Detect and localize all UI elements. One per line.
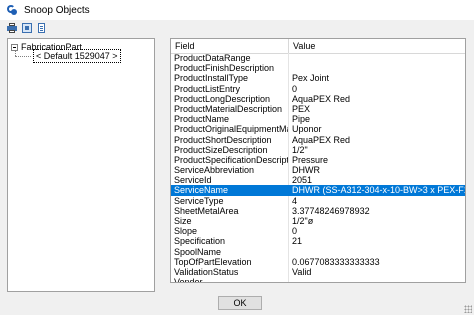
- table-row[interactable]: ProductSizeDescription 1/2": [171, 144, 465, 155]
- field-cell: ServiceAbbreviation: [171, 165, 289, 176]
- field-cell: ProductSpecificationDescription: [171, 154, 289, 166]
- field-cell: ValidationStatus: [171, 266, 289, 278]
- object-tree[interactable]: FabricationPart < Default 1529047 >: [7, 38, 155, 292]
- value-cell: Pressure: [292, 154, 329, 165]
- value-cell: [289, 247, 465, 257]
- value-cell: AquaPEX Red: [292, 93, 351, 104]
- field-cell: ProductOriginalEquipmentManufacture: [171, 124, 289, 135]
- tree-node-child-label: < Default 1529047 >: [36, 51, 118, 61]
- value-cell: [289, 53, 465, 63]
- table-row[interactable]: ProductSpecificationDescription Pressure: [171, 154, 465, 166]
- field-cell: ProductInstallType: [171, 73, 289, 84]
- grid-rows: ProductDataRange ProductFinishDescription…: [171, 53, 465, 282]
- field-cell: Size: [171, 216, 289, 227]
- table-row[interactable]: ValidationStatus Valid: [171, 266, 465, 278]
- value-cell: DHWR (SS-A312-304-x-10-BW>3 x PEX-F1960-…: [292, 185, 465, 196]
- field-cell: TopOfPartElevation: [171, 256, 289, 267]
- column-header-field[interactable]: Field: [171, 39, 289, 53]
- value-cell: Pex Joint: [292, 73, 330, 84]
- field-cell: ServiceType: [171, 195, 289, 206]
- document-icon[interactable]: [37, 23, 47, 33]
- field-cell: ProductMaterialDescription: [171, 103, 289, 115]
- value-cell: [289, 63, 465, 73]
- property-grid[interactable]: Field Value ProductDataRange ProductFinis…: [170, 38, 466, 283]
- value-cell: 1/2"ø: [292, 216, 314, 226]
- table-row[interactable]: ProductFinishDescription: [171, 63, 465, 74]
- table-row[interactable]: Size 1/2"ø: [171, 216, 465, 227]
- value-cell: 1/2": [292, 144, 308, 155]
- tree-connector: [15, 56, 31, 57]
- expand-icon[interactable]: [22, 23, 32, 33]
- table-row[interactable]: ProductMaterialDescription PEX: [171, 103, 465, 115]
- grid-header: Field Value: [171, 39, 465, 54]
- value-cell: 0: [292, 226, 298, 237]
- toolbar: [0, 20, 474, 36]
- table-row[interactable]: ServiceId 2051: [171, 175, 465, 186]
- table-row[interactable]: ProductOriginalEquipmentManufactureUpono…: [171, 124, 465, 135]
- snoop-app-icon: [6, 4, 18, 16]
- horizontal-scroll-area[interactable]: [170, 283, 466, 293]
- field-cell: ServiceId: [171, 175, 289, 186]
- value-cell: Uponor: [292, 124, 322, 135]
- field-cell: SpoolName: [171, 246, 289, 257]
- field-cell: ProductListEntry: [171, 83, 289, 94]
- table-row[interactable]: ServiceName DHWR (SS-A312-304-x-10-BW>3 x…: [171, 185, 465, 196]
- value-cell: 3.37748246978932: [292, 205, 370, 216]
- resize-grip-icon[interactable]: [464, 305, 472, 313]
- table-row[interactable]: ProductDataRange: [171, 53, 465, 64]
- value-cell: 2051: [292, 175, 313, 186]
- field-cell: ProductFinishDescription: [171, 63, 289, 74]
- table-row[interactable]: ProductShortDescription AquaPEX Red: [171, 134, 465, 145]
- title-bar: Snoop Objects: [0, 0, 474, 20]
- table-row[interactable]: ServiceType 4: [171, 195, 465, 206]
- table-row[interactable]: Specification 21: [171, 236, 465, 247]
- field-cell: ProductSizeDescription: [171, 144, 289, 155]
- value-cell: Pipe: [292, 114, 311, 125]
- value-cell: 0: [292, 83, 298, 94]
- value-cell: 21: [292, 236, 303, 247]
- field-cell: ProductName: [171, 114, 289, 125]
- field-cell: Slope: [171, 226, 289, 237]
- value-cell: DHWR: [292, 165, 320, 176]
- table-row[interactable]: SheetMetalArea 3.37748246978932: [171, 205, 465, 216]
- table-row[interactable]: ProductInstallType Pex Joint: [171, 73, 465, 84]
- value-cell: 4: [292, 195, 298, 206]
- table-row[interactable]: SpoolName: [171, 246, 465, 257]
- ok-button[interactable]: OK: [218, 296, 262, 310]
- table-row[interactable]: Slope 0: [171, 226, 465, 237]
- field-cell: SheetMetalArea: [171, 205, 289, 216]
- field-cell: ServiceName: [171, 185, 289, 196]
- value-cell: AquaPEX Red: [292, 134, 351, 145]
- value-cell: Valid: [292, 266, 312, 277]
- field-cell: ProductShortDescription: [171, 134, 289, 145]
- table-row[interactable]: TopOfPartElevation 0.0677083333333333: [171, 256, 465, 267]
- table-row[interactable]: ProductName Pipe: [171, 114, 465, 125]
- printer-icon[interactable]: [7, 23, 17, 33]
- tree-node-child[interactable]: < Default 1529047 >: [33, 49, 121, 63]
- window-title: Snoop Objects: [24, 4, 90, 16]
- table-row[interactable]: ProductLongDescription AquaPEX Red: [171, 93, 465, 104]
- table-row[interactable]: ProductListEntry 0: [171, 83, 465, 94]
- field-cell: ProductLongDescription: [171, 93, 289, 104]
- value-cell: PEX: [292, 103, 311, 114]
- value-cell: 0.0677083333333333: [292, 256, 380, 267]
- table-row[interactable]: ServiceAbbreviation DHWR: [171, 165, 465, 176]
- column-header-value[interactable]: Value: [289, 39, 465, 53]
- field-cell: ProductDataRange: [171, 53, 289, 64]
- field-cell: Specification: [171, 236, 289, 247]
